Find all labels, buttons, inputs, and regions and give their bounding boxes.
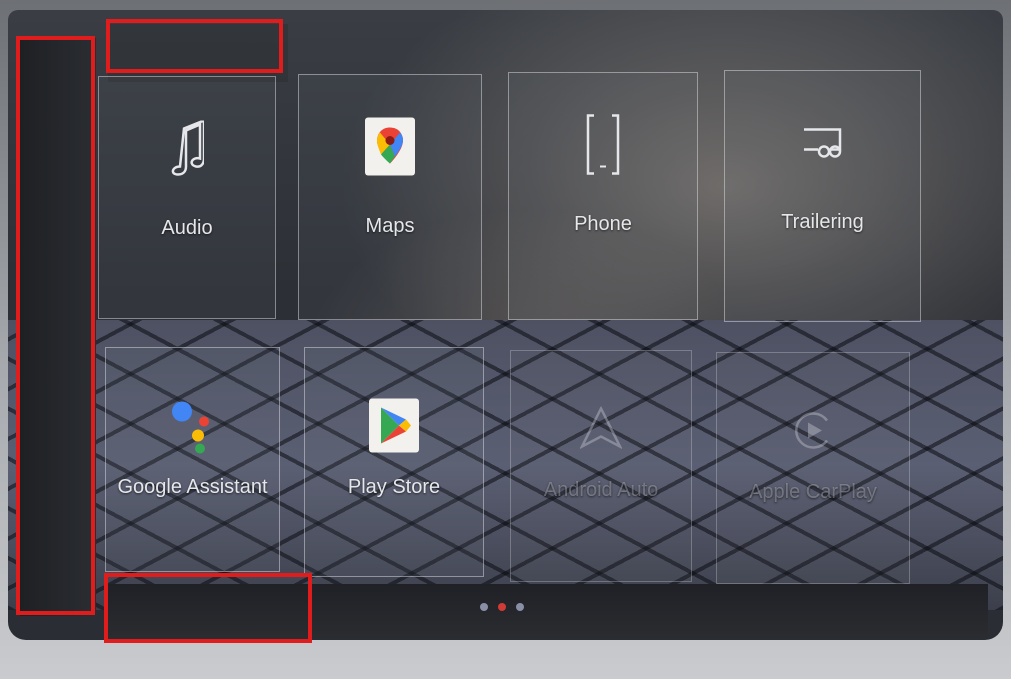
apple-carplay-icon: [791, 409, 835, 458]
trailer-icon: [800, 126, 846, 165]
app-label: Audio: [161, 217, 213, 239]
app-label: Apple CarPlay: [749, 481, 877, 503]
app-tile-audio[interactable]: Audio: [98, 76, 276, 319]
app-tile-play-store[interactable]: Play Store: [304, 347, 484, 577]
app-tile-phone[interactable]: Phone: [508, 72, 698, 320]
app-tile-android-auto[interactable]: Android Auto: [510, 350, 692, 582]
google-assistant-icon: [170, 398, 216, 459]
google-maps-icon: [365, 117, 415, 181]
page-indicator[interactable]: [478, 600, 528, 614]
page-dot-active[interactable]: [498, 603, 506, 611]
app-tile-google-assistant[interactable]: Google Assistant: [105, 347, 280, 572]
page-dot[interactable]: [480, 603, 488, 611]
app-label: Maps: [365, 215, 415, 237]
music-note-icon: [170, 118, 206, 182]
highlight-box-left-bar: [16, 36, 95, 615]
android-auto-icon: [579, 405, 623, 456]
phone-icon: [586, 114, 620, 181]
app-label: Play Store: [347, 476, 441, 498]
highlight-box-bottom-bar: [104, 573, 312, 643]
app-tile-maps[interactable]: Maps: [298, 74, 482, 320]
app-label: Trailering: [781, 211, 864, 233]
app-label: Google Assistant: [117, 476, 268, 498]
page-dot[interactable]: [516, 603, 524, 611]
highlight-box-status-bar: [106, 19, 283, 73]
app-label: Phone: [574, 213, 632, 235]
play-store-icon: [369, 398, 419, 458]
app-tile-trailering[interactable]: Trailering: [724, 70, 921, 322]
app-tile-apple-carplay[interactable]: Apple CarPlay: [716, 352, 910, 584]
infotainment-screen: Audio Maps Phone Trailering Google Assis…: [8, 10, 1003, 640]
app-label: Android Auto: [543, 479, 659, 501]
